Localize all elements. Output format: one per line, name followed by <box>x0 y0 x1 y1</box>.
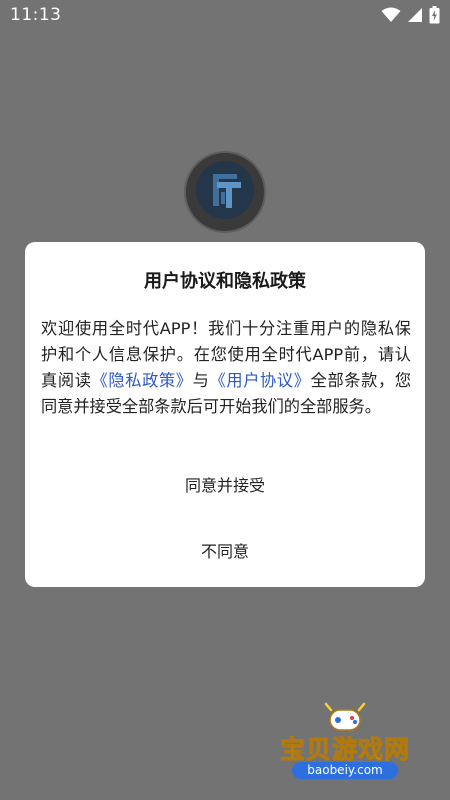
status-icons <box>381 6 440 24</box>
status-bar: 11:13 <box>0 0 450 30</box>
user-agreement-link[interactable]: 《用户协议》 <box>210 371 311 390</box>
agree-button[interactable]: 同意并接受 <box>25 466 425 502</box>
watermark-url: baobeiy.com <box>292 762 398 779</box>
privacy-policy-link[interactable]: 《隐私政策》 <box>92 371 193 390</box>
body-text-and: 与 <box>192 371 210 390</box>
app-logo-icon <box>195 160 255 224</box>
watermark-text: 宝贝游戏网 <box>279 735 410 765</box>
signal-icon <box>407 7 423 23</box>
app-logo <box>186 153 264 231</box>
disagree-button[interactable]: 不同意 <box>25 532 425 568</box>
dialog-title: 用户协议和隐私政策 <box>144 271 306 292</box>
wifi-icon <box>381 7 401 23</box>
dialog-body: 欢迎使用全时代APP！我们十分注重用户的隐私保护和个人信息保护。在您使用全时代A… <box>41 316 411 420</box>
watermark: 宝贝游戏网 baobeiy.com <box>270 700 420 785</box>
status-time: 11:13 <box>10 5 62 25</box>
battery-icon <box>429 6 440 24</box>
privacy-dialog: 用户协议和隐私政策 欢迎使用全时代APP！我们十分注重用户的隐私保护和个人信息保… <box>25 242 425 587</box>
